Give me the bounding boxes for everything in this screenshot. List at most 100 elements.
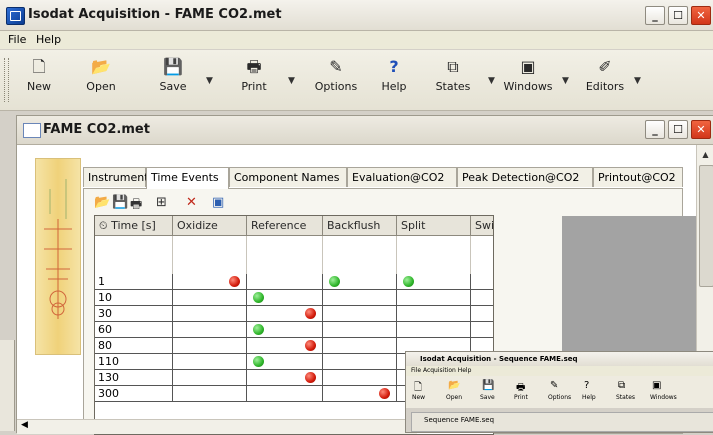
states-button[interactable]: ⧉ States <box>430 56 476 106</box>
event-cell[interactable] <box>173 370 247 386</box>
event-cell[interactable] <box>471 322 493 338</box>
event-cell[interactable] <box>173 274 247 290</box>
tab-time-events[interactable]: Time Events <box>146 167 229 189</box>
minimize-button[interactable]: _ <box>645 6 665 25</box>
event-cell[interactable] <box>471 290 493 306</box>
save-disk-icon[interactable]: 💾 <box>112 195 128 210</box>
open-button[interactable]: 📂 Open <box>76 56 126 106</box>
background-window-sliver[interactable] <box>0 340 15 431</box>
time-cell[interactable]: 30 <box>95 306 173 322</box>
time-cell[interactable]: 60 <box>95 322 173 338</box>
windows-dropdown-arrow[interactable]: ▼ <box>562 76 569 86</box>
event-cell[interactable] <box>323 290 397 306</box>
delete-row-icon[interactable]: ✕ <box>186 195 197 210</box>
help-button[interactable]: ? Help <box>374 56 414 106</box>
maximize-button[interactable]: ☐ <box>668 6 688 25</box>
event-cell[interactable] <box>173 290 247 306</box>
menu-file[interactable]: File <box>8 33 26 46</box>
insert-row-icon[interactable]: ⊞ <box>156 195 167 210</box>
event-cell[interactable] <box>323 338 397 354</box>
scroll-left-arrow-icon[interactable]: ◀ <box>21 420 28 430</box>
print-dropdown-arrow[interactable]: ▼ <box>288 76 295 86</box>
time-cell[interactable]: 80 <box>95 338 173 354</box>
save-disk-icon: 💾 <box>163 57 183 76</box>
new-button[interactable]: 🗋 New <box>18 56 60 106</box>
scroll-thumb[interactable] <box>699 165 713 287</box>
sequence-window-title: Isodat Acquisition - Sequence FAME.seq <box>406 352 713 366</box>
event-cell[interactable] <box>471 306 493 322</box>
horizontal-scrollbar[interactable]: ◀ <box>17 419 417 434</box>
open-label: Open <box>86 80 116 93</box>
menu-help[interactable]: Help <box>36 33 61 46</box>
event-cell[interactable] <box>247 290 323 306</box>
tab-evaluation[interactable]: Evaluation@CO2 <box>347 167 457 187</box>
mini-toolbar-icon[interactable]: 💾 <box>482 380 494 391</box>
instrument-illustration <box>35 158 81 355</box>
event-cell[interactable] <box>247 306 323 322</box>
event-cell[interactable] <box>173 338 247 354</box>
column-header[interactable]: Oxidize <box>173 216 247 236</box>
event-cell[interactable] <box>173 306 247 322</box>
editors-button[interactable]: ✐ Editors <box>582 56 628 106</box>
event-cell[interactable] <box>173 386 247 402</box>
toolbar-grip[interactable] <box>4 58 9 102</box>
event-cell[interactable] <box>173 322 247 338</box>
time-cell[interactable]: 1 <box>95 274 173 290</box>
sequence-window[interactable]: Isodat Acquisition - Sequence FAME.seq F… <box>405 351 713 433</box>
tab-peak-detection[interactable]: Peak Detection@CO2 <box>457 167 593 187</box>
column-header[interactable]: Switch Gas <box>471 216 494 236</box>
event-cell[interactable] <box>247 338 323 354</box>
printer-icon[interactable]: 🖶 <box>130 195 142 217</box>
sequence-window-toolbar: 🗋 New 📂 Open 💾 Save 🖶 Print ✎ Options? Help ⧉ States… <box>406 376 713 408</box>
event-cell[interactable] <box>323 354 397 370</box>
properties-icon[interactable]: ▣ <box>212 195 224 210</box>
doc-maximize-button[interactable]: ☐ <box>668 120 688 139</box>
event-cell[interactable] <box>247 354 323 370</box>
time-cell[interactable]: 130 <box>95 370 173 386</box>
event-cell[interactable] <box>247 370 323 386</box>
time-cell[interactable]: 300 <box>95 386 173 402</box>
tab-instrument[interactable]: Instrument <box>83 167 149 187</box>
event-cell[interactable] <box>397 290 471 306</box>
print-button[interactable]: 🖶 Print <box>232 56 276 106</box>
save-dropdown-arrow[interactable]: ▼ <box>206 76 213 86</box>
windows-button[interactable]: ▣ Windows <box>500 56 556 106</box>
options-button[interactable]: ✎ Options <box>308 56 364 106</box>
column-header[interactable]: Reference <box>247 216 323 236</box>
mini-toolbar-icon[interactable]: ⧉ <box>618 380 625 391</box>
event-cell[interactable] <box>397 322 471 338</box>
open-folder-icon[interactable]: 📂 <box>94 195 110 210</box>
event-cell[interactable] <box>323 386 397 402</box>
states-dropdown-arrow[interactable]: ▼ <box>488 76 495 86</box>
editors-dropdown-arrow[interactable]: ▼ <box>634 76 641 86</box>
mini-toolbar-icon[interactable]: 📂 <box>448 380 460 391</box>
doc-close-button[interactable]: ✕ <box>691 120 711 139</box>
event-cell[interactable] <box>323 370 397 386</box>
event-cell[interactable] <box>247 322 323 338</box>
event-cell[interactable] <box>173 354 247 370</box>
event-cell[interactable] <box>323 306 397 322</box>
event-cell[interactable] <box>247 386 323 402</box>
mini-toolbar-icon[interactable]: ? <box>584 380 589 391</box>
event-cell[interactable] <box>323 322 397 338</box>
tab-printout[interactable]: Printout@CO2 <box>593 167 683 187</box>
scroll-up-arrow-icon[interactable]: ▲ <box>698 147 713 162</box>
event-cell[interactable] <box>397 274 471 290</box>
column-header-label: Switch Gas <box>475 219 494 232</box>
column-header[interactable]: Backflush <box>323 216 397 236</box>
save-label: Save <box>159 80 187 93</box>
column-header[interactable]: ⏲ Time [s] <box>95 216 173 236</box>
column-header[interactable]: Split <box>397 216 471 236</box>
close-button[interactable]: ✕ <box>691 6 711 25</box>
save-button[interactable]: 💾 Save <box>150 56 196 106</box>
event-cell[interactable] <box>247 274 323 290</box>
time-cell[interactable]: 110 <box>95 354 173 370</box>
mini-toolbar-icon[interactable]: ✎ <box>550 380 558 391</box>
event-cell[interactable] <box>471 274 493 290</box>
mini-toolbar-icon[interactable]: ▣ <box>652 380 661 391</box>
time-cell[interactable]: 10 <box>95 290 173 306</box>
tab-component-names[interactable]: Component Names <box>229 167 347 187</box>
event-cell[interactable] <box>397 306 471 322</box>
event-cell[interactable] <box>323 274 397 290</box>
doc-minimize-button[interactable]: _ <box>645 120 665 139</box>
